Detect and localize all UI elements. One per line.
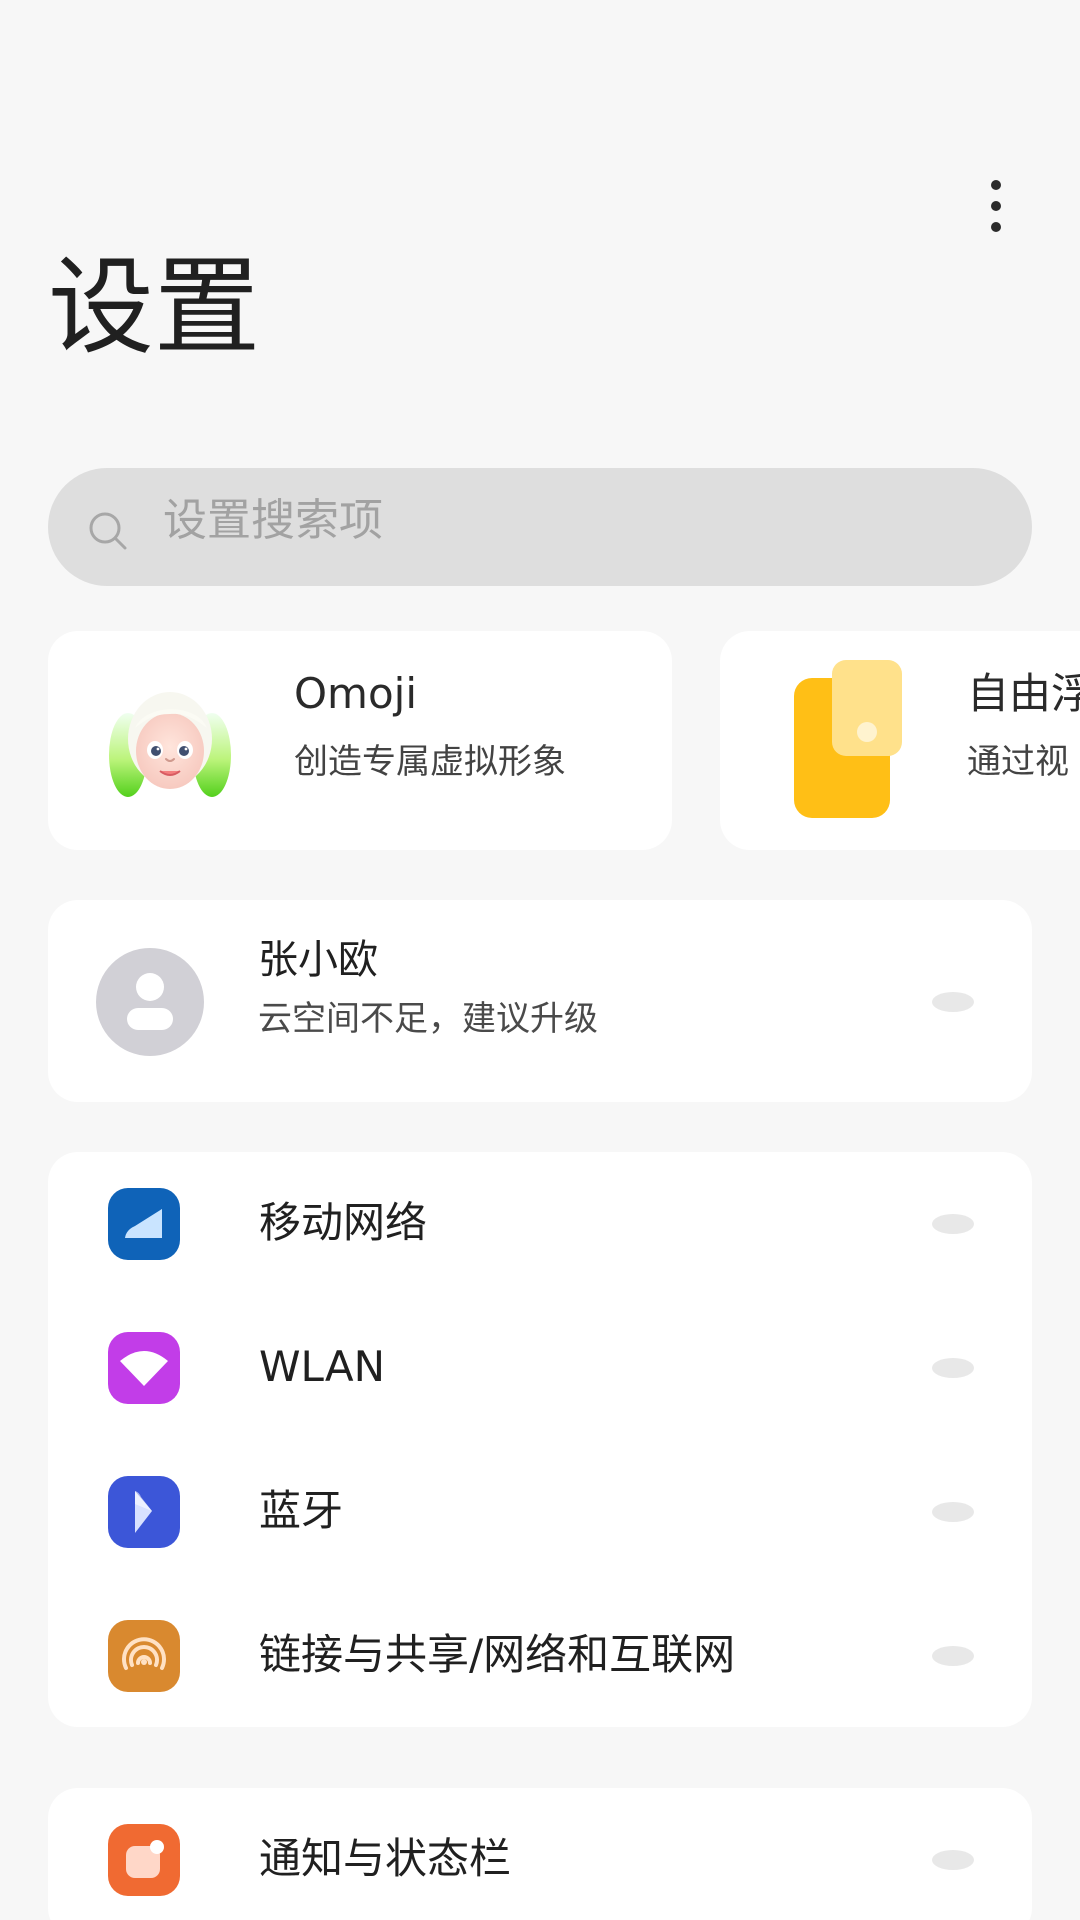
more-options-button[interactable] — [974, 170, 1018, 240]
setting-row-bluetooth[interactable]: 蓝牙 — [48, 1440, 1032, 1584]
account-chevron-icon — [932, 992, 974, 1012]
more-dot-bottom — [991, 222, 1001, 232]
setting-row-wlan[interactable]: WLAN — [48, 1296, 1032, 1440]
omoji-avatar-icon — [109, 692, 231, 797]
page-title: 设置 — [48, 246, 260, 369]
bluetooth-icon — [108, 1476, 180, 1548]
notification-settings-card: 通知与状态栏 — [48, 1788, 1032, 1920]
row-label-sharing: 链接与共享/网络和互联网 — [259, 1630, 736, 1679]
settings-screen: 设置 设置搜索项 Omoji 创造专属虚拟形象 自由浮 通过视 张小欧 云空间不… — [0, 0, 1080, 1920]
floating-window-icon — [794, 660, 902, 818]
mobile-network-glyph-icon — [125, 1209, 162, 1238]
user-avatar-icon — [96, 948, 204, 1056]
row-label-mobile-network: 移动网络 — [259, 1198, 428, 1247]
chevron-icon-bluetooth — [932, 1502, 974, 1522]
network-settings-card: 移动网络 WLAN 蓝牙 链接与共享/网络和互联网 — [48, 1152, 1032, 1727]
setting-row-mobile-network[interactable]: 移动网络 — [48, 1152, 1032, 1296]
omoji-card[interactable]: Omoji 创造专属虚拟形象 — [48, 631, 672, 850]
account-card[interactable]: 张小欧 云空间不足，建议升级 — [48, 900, 1032, 1102]
mobile-network-icon — [108, 1188, 180, 1260]
setting-row-notification[interactable]: 通知与状态栏 — [48, 1788, 1032, 1920]
chevron-icon-notification — [932, 1850, 974, 1870]
more-dot-middle — [991, 201, 1001, 211]
promo-title-floating: 自由浮 — [967, 669, 1080, 718]
row-label-wlan: WLAN — [259, 1342, 386, 1391]
bluetooth-glyph-icon — [135, 1491, 152, 1533]
sharing-glyph-icon — [122, 1637, 166, 1670]
search-icon — [89, 512, 127, 550]
account-name: 张小欧 — [258, 937, 378, 983]
wifi-icon — [108, 1332, 180, 1404]
user-silhouette-icon — [127, 973, 173, 1030]
chevron-icon-wlan — [932, 1358, 974, 1378]
promo-title-omoji: Omoji — [294, 669, 418, 718]
setting-row-sharing[interactable]: 链接与共享/网络和互联网 — [48, 1584, 1032, 1727]
more-dot-top — [991, 180, 1001, 190]
promo-subtitle-floating: 通过视 — [967, 742, 1069, 782]
promo-subtitle-omoji: 创造专属虚拟形象 — [294, 742, 566, 782]
search-placeholder[interactable]: 设置搜索项 — [163, 495, 383, 547]
chevron-icon-sharing — [932, 1646, 974, 1666]
notification-icon — [108, 1824, 180, 1896]
account-status: 云空间不足，建议升级 — [258, 999, 598, 1039]
row-label-bluetooth: 蓝牙 — [259, 1486, 344, 1535]
row-label-notification: 通知与状态栏 — [259, 1834, 512, 1883]
chevron-icon-mobile-network — [932, 1214, 974, 1234]
wifi-glyph-icon — [120, 1351, 168, 1386]
sharing-icon — [108, 1620, 180, 1692]
floating-window-card[interactable]: 自由浮 通过视 — [720, 631, 1080, 850]
notification-glyph-icon — [126, 1840, 164, 1878]
